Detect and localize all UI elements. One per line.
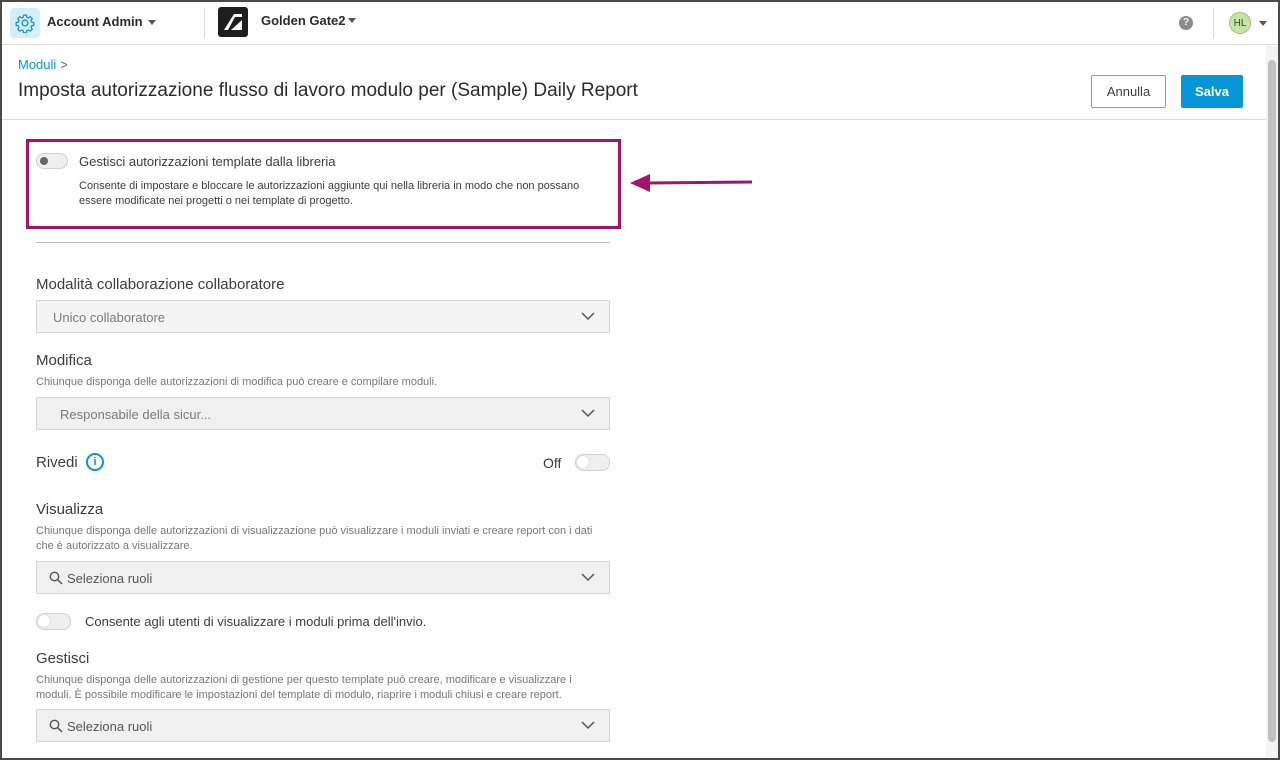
page-title: Imposta autorizzazione flusso di lavoro … — [18, 80, 638, 101]
chevron-down-icon — [581, 312, 595, 321]
manage-label: Gestisci — [36, 650, 90, 667]
scrollbar-thumb[interactable] — [1268, 60, 1276, 742]
manage-roles-select[interactable]: Seleziona ruoli — [36, 709, 610, 742]
toggle-knob — [577, 456, 589, 468]
view-roles-select[interactable]: Seleziona ruoli — [36, 561, 610, 594]
avatar[interactable]: HL — [1229, 12, 1251, 34]
collaboration-mode-select[interactable]: Unico collaboratore — [36, 300, 610, 333]
top-bar: Account Admin Golden Gate2 ? HL — [2, 2, 1278, 45]
select-placeholder: Seleziona ruoli — [67, 571, 153, 586]
search-icon — [49, 719, 63, 733]
divider — [204, 8, 205, 38]
review-state-label: Off — [543, 455, 562, 471]
caret-down-icon[interactable] — [348, 18, 356, 23]
chevron-down-icon — [581, 409, 595, 418]
gear-icon[interactable] — [10, 8, 40, 38]
help-icon[interactable]: ? — [1179, 16, 1193, 30]
search-icon — [49, 571, 63, 585]
select-placeholder: Seleziona ruoli — [67, 719, 153, 734]
library-permissions-label: Gestisci autorizzazioni template dalla l… — [79, 154, 336, 169]
review-label: Rivedi — [36, 454, 78, 471]
breadcrumb-link[interactable]: Moduli — [18, 57, 56, 72]
app-window: Account Admin Golden Gate2 ? HL Moduli > … — [0, 0, 1280, 760]
caret-down-icon[interactable] — [1259, 21, 1267, 26]
project-selector[interactable]: Golden Gate2 — [261, 13, 346, 28]
divider — [1213, 8, 1214, 38]
edit-roles-select[interactable]: Responsabile della sicur... — [36, 397, 610, 430]
arrow-left-icon — [630, 174, 753, 192]
view-description: Chiunque disponga delle autorizzazioni d… — [36, 525, 593, 552]
edit-description: Chiunque disponga delle autorizzazioni d… — [36, 376, 438, 388]
library-permissions-toggle[interactable] — [36, 153, 68, 169]
chevron-down-icon — [581, 573, 595, 582]
edit-label: Modifica — [36, 352, 92, 369]
preview-toggle[interactable] — [36, 613, 71, 630]
divider — [2, 119, 1266, 120]
divider — [36, 242, 610, 243]
chevron-down-icon — [581, 721, 595, 730]
manage-description: Chiunque disponga delle autorizzazioni d… — [36, 674, 572, 701]
select-value: Responsabile della sicur... — [60, 407, 212, 422]
preview-label: Consente agli utenti di visualizzare i m… — [85, 614, 427, 629]
cancel-button[interactable]: Annulla — [1091, 75, 1166, 108]
breadcrumb-separator: > — [60, 57, 68, 72]
toggle-knob — [38, 615, 50, 627]
library-permissions-description: Consente di impostare e bloccare le auto… — [79, 180, 580, 207]
app-name[interactable]: Account Admin — [47, 14, 143, 29]
info-icon[interactable]: i — [86, 453, 104, 471]
breadcrumb: Moduli > — [18, 57, 68, 72]
select-value: Unico collaboratore — [53, 310, 166, 325]
review-toggle[interactable] — [575, 454, 610, 471]
caret-down-icon[interactable] — [148, 20, 156, 25]
view-label: Visualizza — [36, 501, 104, 518]
save-button[interactable]: Salva — [1181, 75, 1243, 108]
project-logo-icon — [218, 7, 248, 37]
collaboration-mode-label: Modalità collaborazione collaboratore — [36, 276, 285, 293]
toggle-knob — [40, 157, 48, 165]
